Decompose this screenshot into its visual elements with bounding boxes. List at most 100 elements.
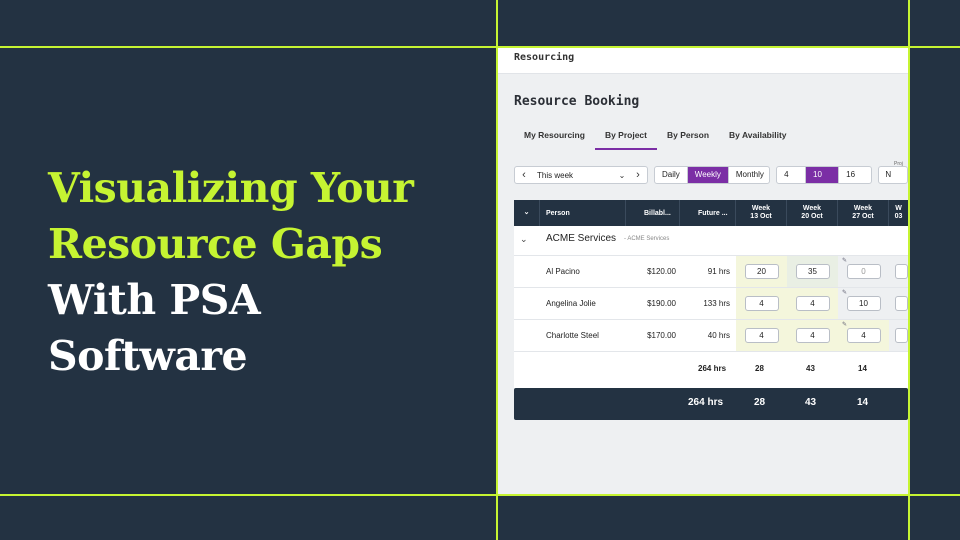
table-row: Al Pacino $120.00 91 hrs 20 35 ✎ 0 [514, 256, 908, 288]
grand-total-week-2: 43 [805, 397, 817, 408]
subtotal-week-3: 14 [858, 364, 867, 373]
week-cell [889, 288, 908, 319]
hours: 133 hrs [703, 299, 730, 308]
hours-input[interactable] [895, 264, 908, 279]
week-cell: ✎ 4 [838, 320, 889, 351]
period-monthly-button[interactable]: Monthly [729, 167, 769, 183]
subtotal-week-2: 43 [806, 364, 815, 373]
person-name[interactable]: Al Pacino [546, 256, 580, 287]
week-cell [889, 320, 908, 351]
hours-input[interactable]: 20 [744, 264, 779, 279]
hours-input[interactable]: 10 [846, 296, 881, 311]
chevron-down-icon[interactable]: ⌄ [520, 234, 528, 245]
grid-line-right [908, 0, 910, 540]
hours-input[interactable] [895, 328, 908, 343]
app-screenshot: Resourcing Resource Booking My Resourcin… [498, 48, 908, 494]
col-week-1-line2: 13 Oct [750, 213, 772, 220]
hours-input[interactable]: 4 [744, 296, 779, 311]
project-label: Proj [894, 161, 903, 167]
hours-input[interactable]: 0 [846, 264, 881, 279]
hours-input[interactable]: 4 [795, 328, 830, 343]
table-row: Charlotte Steel $170.00 40 hrs 4 4 ✎ 4 [514, 320, 908, 352]
tab-by-person[interactable]: By Person [657, 128, 719, 150]
subtotal-week-1: 28 [755, 364, 764, 373]
period-weekly-button[interactable]: Weekly [687, 167, 729, 183]
period-toggle: Daily Weekly Monthly [654, 166, 771, 184]
table-header: ⌄ Person Billabl... Future ... Week 13 O… [514, 200, 908, 226]
hours-input[interactable]: 4 [846, 328, 881, 343]
note-icon: ✎ [842, 258, 848, 264]
week-cell: ✎ 0 [838, 256, 889, 287]
week-selector-value: This week [537, 170, 574, 180]
booking-table: ⌄ Person Billabl... Future ... Week 13 O… [514, 200, 908, 388]
hours-input[interactable] [895, 296, 908, 311]
col-billable[interactable]: Billabl... [626, 200, 680, 226]
grand-total-week-1: 28 [754, 397, 766, 408]
chevron-down-icon[interactable]: ⌄ [615, 171, 629, 180]
week-cell: 4 [787, 288, 838, 319]
col-week-3-line1: Week [853, 205, 873, 212]
col-week-3[interactable]: Week 27 Oct [838, 200, 889, 226]
rate: $170.00 [647, 331, 676, 340]
person-name[interactable]: Charlotte Steel [546, 320, 599, 351]
week-cell: 35 [787, 256, 838, 287]
col-week-1-line1: Week [751, 205, 771, 212]
headline: Visualizing Your Resource Gaps With PSA … [48, 160, 468, 384]
rate: $190.00 [647, 299, 676, 308]
note-icon: ✎ [842, 322, 848, 328]
table-row: Angelina Jolie $190.00 133 hrs 4 4 ✎ 10 [514, 288, 908, 320]
hours-input[interactable]: 4 [744, 328, 779, 343]
period-daily-button[interactable]: Daily [655, 167, 688, 183]
subtotal-row: 264 hrs 28 43 14 [514, 352, 908, 388]
col-person[interactable]: Person [540, 200, 626, 226]
week-selector[interactable]: ‹ This week ⌄ › [514, 166, 648, 184]
col-week-1[interactable]: Week 13 Oct [736, 200, 787, 226]
group-name: ACME Services [546, 233, 617, 244]
range-16w-button[interactable]: 16 W [839, 167, 871, 183]
col-week-4[interactable]: W 03 [889, 200, 908, 226]
person-name[interactable]: Angelina Jolie [546, 288, 596, 319]
range-10w-button[interactable]: 10 W [806, 167, 840, 183]
hours: 91 hrs [707, 267, 730, 276]
chevron-right-icon[interactable]: › [629, 167, 647, 183]
col-week-4-line1: W [895, 205, 902, 212]
page-title: Resource Booking [514, 94, 640, 109]
tab-by-project[interactable]: By Project [594, 128, 657, 150]
headline-highlight: Visualizing Your Resource Gaps [48, 164, 414, 268]
tab-my-resourcing[interactable]: My Resourcing [514, 128, 595, 150]
project-select[interactable]: N [878, 166, 908, 184]
col-week-3-line2: 27 Oct [852, 213, 874, 220]
range-toggle: 4 W 10 W 16 W [776, 166, 873, 184]
hours-input[interactable]: 4 [795, 296, 830, 311]
week-cell: 4 [787, 320, 838, 351]
breadcrumb: Resourcing [498, 48, 908, 74]
group-sub: - ACME Services [624, 236, 670, 242]
col-week-2-line1: Week [802, 205, 822, 212]
headline-rest: With PSA Software [48, 276, 261, 380]
week-cell: 4 [736, 288, 787, 319]
hours-input[interactable]: 35 [795, 264, 830, 279]
week-cell: 4 [736, 320, 787, 351]
tab-by-availability[interactable]: By Availability [719, 128, 796, 150]
subtotal-hours: 264 hrs [698, 364, 727, 373]
chevron-left-icon[interactable]: ‹ [515, 167, 533, 183]
toolbar: ‹ This week ⌄ › Daily Weekly Monthly 4 W… [514, 161, 908, 184]
week-cell [889, 256, 908, 287]
rate: $120.00 [647, 267, 676, 276]
col-week-2[interactable]: Week 20 Oct [787, 200, 838, 226]
grand-total-row: 264 hrs 28 43 14 [514, 388, 908, 420]
range-4w-button[interactable]: 4 W [777, 167, 807, 183]
grid-line-bottom [0, 494, 960, 496]
week-cell: 20 [736, 256, 787, 287]
week-cell: ✎ 10 [838, 288, 889, 319]
tab-bar: My Resourcing By Project By Person By Av… [514, 128, 797, 150]
col-week-2-line2: 20 Oct [801, 213, 823, 220]
col-future[interactable]: Future ... [680, 200, 736, 226]
hours: 40 hrs [707, 331, 730, 340]
grand-total-week-3: 14 [857, 397, 869, 408]
col-week-4-line2: 03 [894, 213, 903, 220]
note-icon: ✎ [842, 290, 848, 296]
grand-total-hours: 264 hrs [688, 397, 724, 408]
chevron-down-icon[interactable]: ⌄ [514, 200, 540, 226]
group-row[interactable]: ⌄ ACME Services - ACME Services [514, 226, 908, 256]
